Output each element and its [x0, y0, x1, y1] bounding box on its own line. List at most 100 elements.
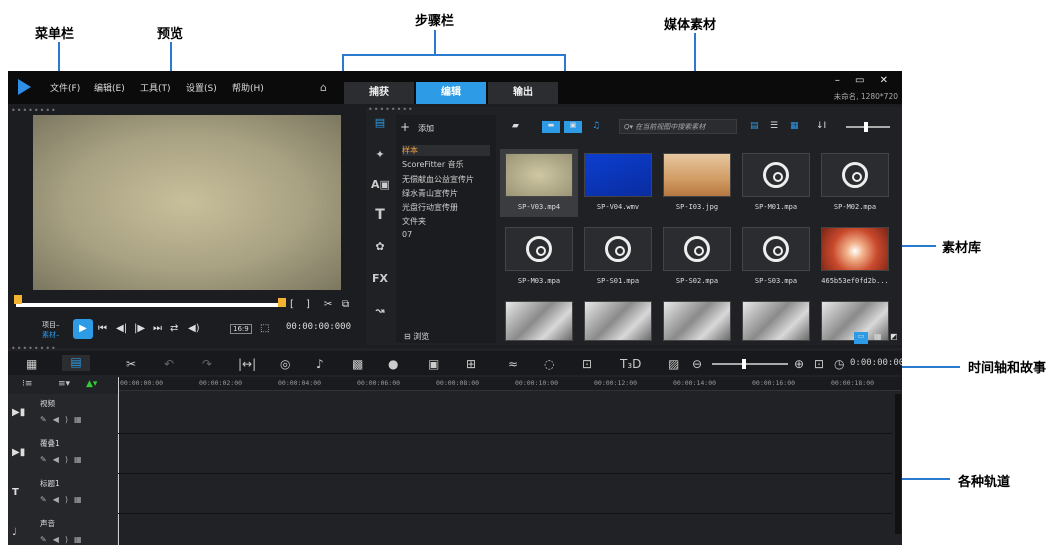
track-controls[interactable]: ✎◀)▦ — [40, 495, 88, 504]
color-correction-icon[interactable]: ◎ — [280, 357, 290, 371]
media-thumbnail[interactable] — [505, 301, 573, 341]
mask-icon[interactable]: ≈ — [508, 357, 518, 371]
track-header[interactable]: ▶▮ 覆叠1 ✎◀)▦ — [8, 434, 118, 474]
timeline-track[interactable]: T 标题1 ✎◀)▦ — [8, 474, 892, 514]
track-header[interactable]: T 标题1 ✎◀)▦ — [8, 474, 118, 514]
split-screen-icon[interactable]: ⊞ — [466, 357, 476, 371]
zoom-slider[interactable] — [712, 359, 788, 369]
undo-icon[interactable]: ↶ — [164, 357, 174, 371]
redo-icon[interactable]: ↷ — [202, 357, 212, 371]
options-icon[interactable]: ◩ — [890, 332, 898, 344]
motion-icon[interactable]: ● — [388, 357, 398, 371]
add-track-icon[interactable]: ≡▾ — [58, 379, 70, 389]
timeline-view-icon[interactable]: ▤ — [62, 355, 90, 371]
track-header[interactable]: ♩ 声音 ✎◀)▦ — [8, 514, 118, 545]
storyboard-view-icon[interactable]: ▦ — [26, 357, 37, 371]
render-icon[interactable]: ▨ — [668, 357, 679, 371]
fit-project-icon[interactable]: ⊡ — [814, 357, 824, 371]
media-item[interactable]: SP-S03.mpa — [737, 223, 815, 291]
media-item[interactable]: SP-V03.mp4 — [500, 149, 578, 217]
clip-mode-label[interactable]: 素材– — [42, 330, 60, 340]
end-icon[interactable]: ⏭ — [153, 323, 162, 334]
menu-help[interactable]: 帮助(H) — [232, 81, 264, 94]
clock-icon[interactable]: ◷ — [834, 357, 844, 371]
media-item[interactable]: SP-I03.jpg — [658, 149, 736, 217]
category-item[interactable]: ScoreFitter 音乐 — [402, 159, 464, 170]
media-item[interactable]: SP-V04.wmv — [579, 149, 657, 217]
prev-frame-icon[interactable]: ◀| — [116, 323, 127, 334]
media-item[interactable]: SP-S01.mpa — [579, 223, 657, 291]
subtitle-icon[interactable]: ▣ — [428, 357, 439, 371]
camera-icon[interactable]: ⊡ — [582, 357, 592, 371]
graphic-icon[interactable]: ✿ — [371, 239, 389, 255]
volume-icon[interactable]: ◀) — [188, 323, 200, 334]
category-item[interactable]: 07 — [402, 230, 412, 239]
menu-file[interactable]: 文件(F) — [50, 81, 80, 94]
timeline-track[interactable]: ▶▮ 视频 ✎◀)▦ — [8, 394, 892, 434]
transition-icon[interactable]: A▣ — [371, 177, 390, 193]
show-photos-icon[interactable]: ▣ — [564, 121, 582, 133]
menu-edit[interactable]: 编辑(E) — [94, 81, 125, 94]
timeline-ruler[interactable]: 00:00:00:00 00:00:02:00 00:00:04:00 00:00:0… — [118, 377, 902, 391]
track-controls[interactable]: ✎◀)▦ — [40, 455, 88, 464]
zoom-out-icon[interactable]: ⊖ — [692, 357, 702, 371]
show-audio-icon[interactable]: ♫ — [592, 121, 600, 133]
timeline-track[interactable]: ▶▮ 覆叠1 ✎◀)▦ — [8, 434, 892, 474]
player-timecode[interactable]: 00:00:00:000 — [286, 322, 351, 332]
path-icon[interactable]: ↝ — [371, 303, 389, 319]
step-capture[interactable]: 捕获 — [344, 82, 414, 104]
title-3d-icon[interactable]: T₃D — [620, 357, 641, 371]
aspect-ratio-button[interactable]: 16:9 — [230, 324, 252, 334]
next-frame-icon[interactable]: |▶ — [134, 323, 145, 334]
instant-project-icon[interactable]: ✦ — [371, 147, 389, 163]
media-item[interactable]: 465b53ef0fd2b... — [816, 223, 894, 291]
timeline-scrollbar[interactable] — [895, 394, 901, 534]
track-header[interactable]: ▶▮ 视频 ✎◀)▦ — [8, 394, 118, 434]
mark-in-icon[interactable]: [ — [290, 299, 294, 310]
menu-tools[interactable]: 工具(T) — [140, 81, 171, 94]
track-controls[interactable]: ✎◀)▦ — [40, 415, 88, 424]
timeline-timecode[interactable]: 0:00:00:000 — [850, 358, 902, 368]
step-output[interactable]: 输出 — [488, 82, 558, 104]
details-view-icon[interactable]: ☰ — [770, 121, 778, 133]
copy-icon[interactable]: ⧉ — [342, 299, 349, 310]
split-clip-icon[interactable]: ✂ — [324, 299, 332, 310]
motion-tracking-icon[interactable]: ◌ — [544, 357, 554, 371]
media-thumbnail[interactable] — [584, 301, 652, 341]
resize-icon[interactable]: ⬚ — [260, 323, 269, 334]
thumbnail-view-icon[interactable]: ▦ — [790, 121, 799, 133]
category-item[interactable]: 光盘行动宣传册 — [402, 202, 458, 213]
filter-icon[interactable]: FX — [371, 271, 389, 287]
category-item[interactable]: 无偿献血公益宣传片 — [402, 174, 474, 185]
add-icon[interactable]: + — [400, 120, 410, 134]
scrub-bar[interactable] — [14, 295, 286, 307]
home-icon[interactable]: ⌂ — [320, 81, 334, 94]
library-search-input[interactable]: Q▾ 在当前视图中搜索素材 — [619, 119, 737, 134]
play-button[interactable]: ▶ — [73, 319, 93, 339]
media-item[interactable]: SP-S02.mpa — [658, 223, 736, 291]
timeline-track[interactable]: ♩ 声音 ✎◀)▦ — [8, 514, 892, 545]
import-folder-icon[interactable]: ▰ — [512, 121, 519, 133]
browse-button[interactable]: ⊟ 浏览 — [404, 331, 429, 343]
media-icon[interactable]: ▤ — [371, 115, 389, 131]
category-item[interactable]: 样本 — [402, 145, 490, 156]
chapter-point-icon[interactable]: ▲▾ — [86, 379, 97, 389]
project-mode-label[interactable]: 项目– — [42, 320, 60, 330]
category-item[interactable]: 文件夹 — [402, 216, 426, 227]
tools-icon[interactable]: ✂ — [126, 357, 136, 371]
title-icon[interactable]: T — [371, 207, 389, 223]
category-item[interactable]: 绿水青山宣传片 — [402, 188, 458, 199]
fit-icon[interactable]: |↔| — [238, 357, 256, 371]
media-item[interactable]: SP-M01.mpa — [737, 149, 815, 217]
track-controls[interactable]: ✎◀)▦ — [40, 535, 88, 544]
track-manager-icon[interactable]: ⁝≡ — [22, 379, 32, 389]
library-view-icon[interactable]: ▭ — [854, 332, 868, 344]
mark-out-icon[interactable]: ] — [306, 299, 310, 310]
audio-mixer-icon[interactable]: ♪ — [316, 357, 324, 371]
show-videos-icon[interactable]: ▬ — [542, 121, 560, 133]
media-item[interactable]: SP-M03.mpa — [500, 223, 578, 291]
home-start-icon[interactable]: ⏮ — [98, 323, 107, 334]
menu-settings[interactable]: 设置(S) — [186, 81, 217, 94]
add-folder-label[interactable]: 添加 — [418, 123, 434, 135]
step-edit[interactable]: 编辑 — [416, 82, 486, 104]
